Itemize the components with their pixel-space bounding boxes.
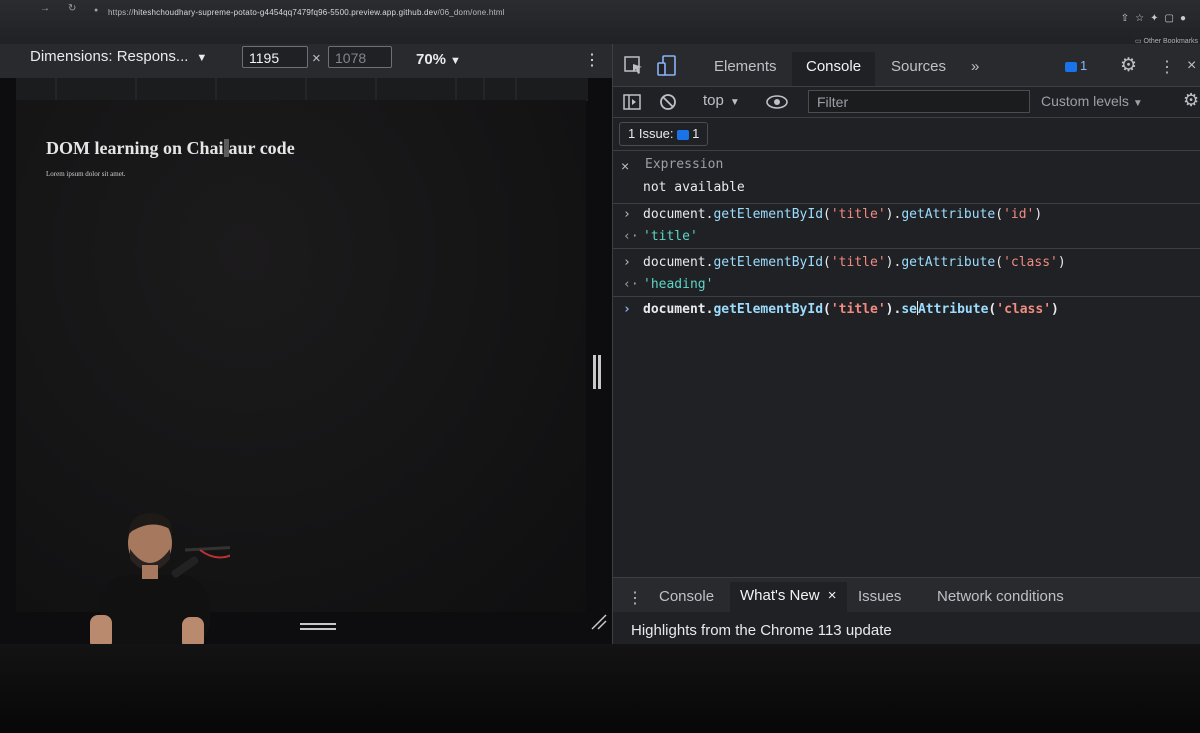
issue-flag-icon: [1065, 61, 1077, 72]
viewport-resize-handle-bottom[interactable]: [300, 622, 336, 632]
monitor-bezel: [0, 644, 1200, 733]
url-path: /06_dom/one.html: [437, 8, 505, 17]
filter-input[interactable]: Filter: [808, 90, 1030, 113]
profile-icon[interactable]: ●: [1180, 13, 1192, 24]
page-heading: DOM learning on Chai aur code: [46, 138, 295, 158]
ruler-segments: [55, 78, 517, 100]
console-entry: › document.getElementById('title').getAt…: [613, 204, 1200, 249]
settings-gear-icon[interactable]: ⚙: [1120, 54, 1137, 77]
issues-button[interactable]: 1 Issue: 1: [619, 122, 709, 146]
presenter-webcam: [90, 505, 230, 650]
device-more-icon[interactable]: ⋮: [584, 50, 600, 70]
resize-corner-icon[interactable]: [590, 613, 608, 631]
log-levels-select[interactable]: Custom levels ▼: [1041, 93, 1143, 109]
issues-row: 1 Issue: 1: [613, 118, 1200, 151]
result-arrow-icon: ‹·: [623, 277, 639, 292]
issue-flag-icon: [677, 129, 690, 140]
console-result[interactable]: ‹· 'heading': [613, 274, 1200, 296]
tab-sources[interactable]: Sources: [891, 58, 946, 75]
share-icon[interactable]: ⇧: [1121, 13, 1135, 24]
clear-console-icon[interactable]: [659, 93, 677, 111]
lock-icon: ●: [94, 7, 99, 14]
result-arrow-icon: ‹·: [623, 229, 639, 244]
drawer-tab-bar: ⋮ Console What's New × Issues Network co…: [613, 577, 1200, 612]
console-command[interactable]: › document.getElementById('title').getAt…: [613, 204, 1200, 226]
more-tabs-icon[interactable]: »: [971, 58, 979, 75]
device-toolbar-icon[interactable]: [657, 55, 679, 77]
media-query-ruler: [16, 78, 588, 101]
drawer-tab-network-conditions[interactable]: Network conditions: [937, 588, 1064, 605]
reload-icon[interactable]: ↻: [68, 3, 76, 14]
console-command[interactable]: › document.getElementById('title').getAt…: [613, 252, 1200, 274]
expression-value: not available: [643, 180, 745, 195]
width-input[interactable]: 1195: [242, 46, 308, 68]
url-prefix: https://: [108, 8, 134, 17]
drawer-tab-whats-new[interactable]: What's New ×: [730, 582, 847, 612]
live-expression: × Expression not available: [613, 151, 1200, 204]
puzzle-icon[interactable]: ✦: [1150, 13, 1164, 24]
dropdown-caret-icon: ▼: [1132, 98, 1143, 109]
expression-label[interactable]: Expression: [645, 157, 723, 172]
close-devtools-icon[interactable]: ×: [1187, 57, 1196, 75]
device-toolbar: Dimensions: Respons... ▼ 1195 × 1078 70% ▼…: [0, 44, 612, 78]
issues-badge[interactable]: 1: [1065, 58, 1087, 73]
viewport-resize-handle-right[interactable]: [592, 355, 602, 389]
dropdown-caret-icon: ▼: [196, 52, 208, 64]
drawer-tab-issues[interactable]: Issues: [858, 588, 901, 605]
tab-console[interactable]: Console: [792, 52, 876, 86]
close-tab-icon[interactable]: ×: [828, 587, 837, 604]
text-cursor: [223, 139, 229, 157]
tab-elements[interactable]: Elements: [714, 58, 777, 75]
command-arrow-icon: ›: [623, 207, 631, 222]
address-bar[interactable]: https://hiteshchoudhary-supreme-potato-g…: [108, 8, 505, 17]
remove-expression-icon[interactable]: ×: [621, 158, 629, 174]
forward-icon[interactable]: →: [40, 3, 50, 14]
command-arrow-icon: ›: [623, 255, 631, 270]
drawer-tab-console[interactable]: Console: [659, 588, 714, 605]
browser-chrome: → ↻ ● https://hiteshchoudhary-supreme-po…: [0, 0, 1200, 45]
page-paragraph: Lorem ipsum dolor sit amet.: [46, 170, 126, 178]
toggle-sidebar-icon[interactable]: [623, 94, 641, 110]
url-host: hiteshchoudhary-supreme-potato-g4454qq74…: [133, 8, 438, 17]
star-icon[interactable]: ☆: [1135, 13, 1150, 24]
toolbar-extension-icons[interactable]: ⇧☆✦▢●: [1121, 13, 1192, 24]
whats-new-headline: Highlights from the Chrome 113 update: [631, 622, 892, 639]
console-entry: › document.getElementById('title').getAt…: [613, 252, 1200, 297]
devtools-tab-bar: Elements Console Sources » 1 ⚙ ⋮ ×: [613, 44, 1200, 87]
console-result[interactable]: ‹· 'title': [613, 226, 1200, 248]
devtools-panel: Elements Console Sources » 1 ⚙ ⋮ × top ▼ …: [613, 44, 1200, 644]
live-expression-eye-icon[interactable]: [766, 95, 788, 109]
drawer-menu-icon[interactable]: ⋮: [627, 588, 643, 608]
console-log: › document.getElementById('title').getAt…: [613, 204, 1200, 321]
window-icon[interactable]: ▢: [1165, 13, 1180, 24]
times-icon: ×: [312, 50, 321, 67]
dimensions-select[interactable]: Dimensions: Respons... ▼: [30, 48, 207, 65]
console-prompt-input[interactable]: › document.getElementById('title').seAtt…: [613, 299, 1200, 321]
context-select[interactable]: top ▼: [703, 92, 740, 109]
height-input[interactable]: 1078: [328, 46, 392, 68]
prompt-arrow-icon: ›: [623, 302, 631, 317]
devtools-more-icon[interactable]: ⋮: [1159, 57, 1175, 77]
console-toolbar: top ▼ Filter Custom levels ▼ ⚙: [613, 87, 1200, 118]
inspect-element-icon[interactable]: [623, 55, 645, 75]
dropdown-caret-icon: ▼: [450, 55, 461, 67]
zoom-select[interactable]: 70% ▼: [416, 51, 461, 68]
dropdown-caret-icon: ▼: [729, 97, 740, 108]
console-settings-gear-icon[interactable]: ⚙: [1183, 90, 1199, 111]
